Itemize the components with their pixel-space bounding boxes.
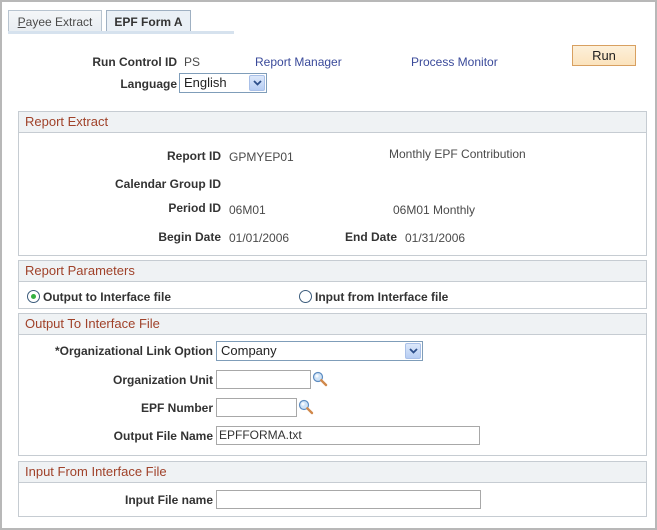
output-file-name-label: Output File Name bbox=[113, 429, 213, 443]
chevron-down-icon bbox=[405, 343, 421, 359]
process-monitor-link[interactable]: Process Monitor bbox=[411, 55, 498, 69]
begin-date-label: Begin Date bbox=[158, 230, 221, 244]
input-file-name-label: Input File name bbox=[124, 493, 213, 507]
epf-number-label: EPF Number bbox=[140, 401, 213, 415]
end-date-label: End Date bbox=[344, 230, 397, 244]
org-link-option-value: Company bbox=[221, 343, 277, 358]
input-from-interface-radio[interactable] bbox=[299, 290, 312, 303]
search-icon[interactable] bbox=[312, 371, 328, 387]
section-title: Input From Interface File bbox=[19, 462, 646, 483]
run-button[interactable]: Run bbox=[572, 45, 636, 66]
begin-date-value: 01/01/2006 bbox=[229, 231, 290, 245]
section-title: Report Parameters bbox=[19, 261, 646, 282]
section-title: Output To Interface File bbox=[19, 314, 646, 335]
report-id-value: GPMYEP01 bbox=[229, 150, 294, 164]
report-description: Monthly EPF Contribution bbox=[389, 147, 526, 161]
org-link-option-select[interactable]: Company bbox=[216, 341, 423, 361]
language-label: Language bbox=[120, 77, 177, 91]
output-file-name-input[interactable]: EPFFORMA.txt bbox=[216, 426, 480, 445]
org-link-option-label: *Organizational Link Option bbox=[54, 344, 213, 358]
tab-label: EPF Form A bbox=[114, 15, 183, 29]
run-control-label: Run Control ID bbox=[92, 55, 177, 69]
input-file-name-input[interactable] bbox=[216, 490, 481, 509]
org-unit-input[interactable] bbox=[216, 370, 311, 389]
calendar-group-label: Calendar Group ID bbox=[114, 177, 221, 191]
period-id-label: Period ID bbox=[168, 201, 221, 215]
tab-label: ayee Extract bbox=[25, 14, 93, 29]
tab-epf-form-a[interactable]: EPF Form A bbox=[106, 10, 191, 33]
tab-accesskey: P bbox=[17, 14, 26, 29]
end-date-value: 01/31/2006 bbox=[405, 231, 466, 245]
tab-payee-extract[interactable]: Payee Extract bbox=[8, 10, 102, 32]
section-title: Report Extract bbox=[19, 112, 646, 133]
search-icon[interactable] bbox=[298, 399, 314, 415]
period-id-value: 06M01 bbox=[229, 203, 266, 217]
period-description: 06M01 Monthly bbox=[393, 203, 476, 217]
tab-strip-line bbox=[8, 31, 234, 34]
chevron-down-icon bbox=[249, 75, 265, 91]
language-value: English bbox=[184, 75, 227, 90]
language-select[interactable]: English bbox=[179, 73, 267, 93]
output-to-interface-label[interactable]: Output to Interface file bbox=[43, 290, 171, 304]
epf-number-input[interactable] bbox=[216, 398, 297, 417]
report-manager-link[interactable]: Report Manager bbox=[255, 55, 342, 69]
input-from-interface-label[interactable]: Input from Interface file bbox=[315, 290, 448, 304]
org-unit-label: Organization Unit bbox=[113, 373, 213, 387]
run-control-value: PS bbox=[184, 55, 201, 69]
output-to-interface-radio[interactable] bbox=[27, 290, 40, 303]
report-id-label: Report ID bbox=[167, 149, 221, 163]
